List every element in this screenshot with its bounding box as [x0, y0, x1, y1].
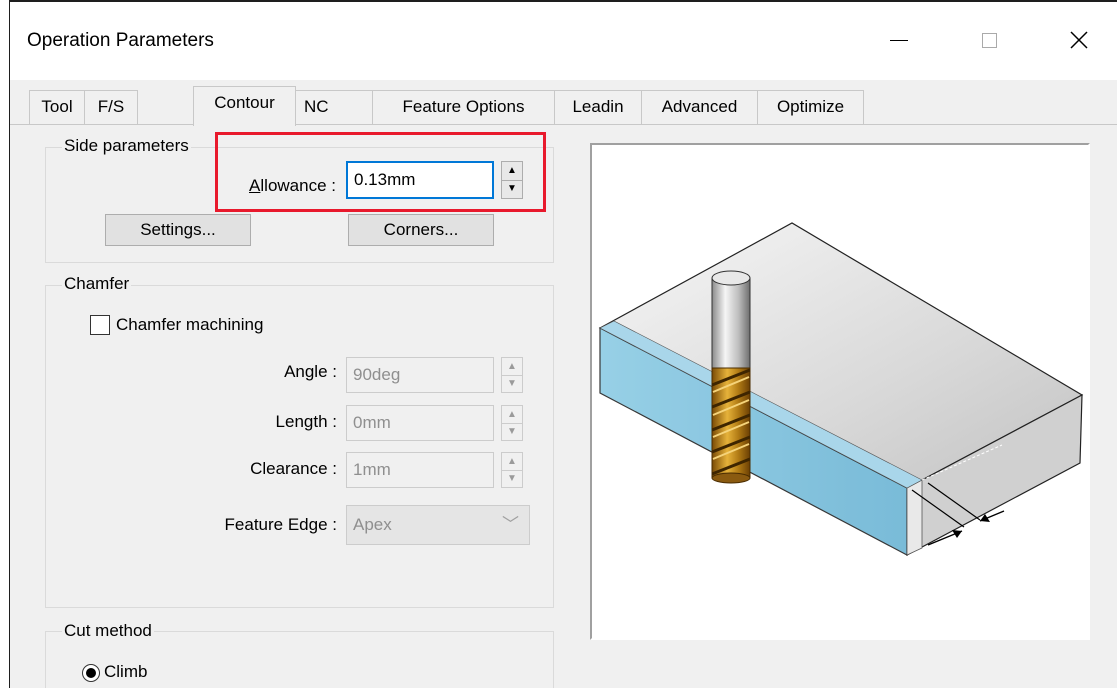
tab-leadin[interactable]: Leadin [554, 90, 642, 124]
spin-down-icon[interactable]: ▼ [502, 375, 522, 392]
tab-tool[interactable]: Tool [29, 90, 85, 124]
minimize-icon [890, 39, 908, 41]
spin-up-icon[interactable]: ▲ [502, 406, 522, 424]
tab-strip-border [10, 124, 1117, 125]
tab-feature-options[interactable]: Feature Options [372, 90, 555, 124]
climb-radio-label[interactable]: Climb [104, 662, 147, 682]
length-spinner[interactable]: ▲ ▼ [501, 405, 523, 441]
close-button[interactable] [1056, 20, 1102, 60]
tab-fs[interactable]: F/S [84, 90, 138, 124]
tab-gap [138, 90, 193, 124]
tab-contour[interactable]: Contour [193, 86, 296, 126]
spin-down-icon[interactable]: ▼ [502, 423, 522, 440]
angle-spinner[interactable]: ▲ ▼ [501, 357, 523, 393]
chamfer-checkbox[interactable] [90, 315, 110, 335]
feature-edge-value: Apex [353, 515, 392, 534]
tab-nc[interactable]: NC [295, 90, 373, 124]
settings-button[interactable]: Settings... [105, 214, 251, 246]
spin-up-icon[interactable]: ▲ [502, 358, 522, 376]
chevron-down-icon: ﹀ [502, 515, 519, 534]
spin-down-icon[interactable]: ▼ [502, 470, 522, 487]
preview-illustration [598, 222, 1084, 556]
close-icon [1070, 31, 1088, 49]
length-label: Length : [275, 412, 337, 431]
maximize-icon [981, 32, 997, 48]
tab-advanced[interactable]: Advanced [641, 90, 758, 124]
operation-parameters-dialog: Operation Parameters Tool F/S Contour NC… [9, 0, 1117, 688]
window-title: Operation Parameters [27, 30, 214, 51]
title-bar: Operation Parameters [10, 2, 1117, 80]
spin-up-icon[interactable]: ▲ [502, 453, 522, 471]
angle-label: Angle : [284, 362, 337, 381]
climb-radio[interactable] [82, 664, 100, 682]
clearance-spinner[interactable]: ▲ ▼ [501, 452, 523, 488]
chamfer-label: Chamfer [62, 274, 132, 294]
minimize-button[interactable] [876, 20, 922, 60]
corners-button[interactable]: Corners... [348, 214, 494, 246]
clearance-label: Clearance : [250, 459, 337, 478]
tab-optimize[interactable]: Optimize [757, 90, 864, 124]
side-parameters-label: Side parameters [62, 136, 191, 156]
feature-edge-select[interactable]: Apex ﹀ [346, 505, 530, 545]
feature-edge-label: Feature Edge : [224, 515, 337, 534]
highlight-box [215, 132, 546, 212]
radio-dot [86, 668, 96, 678]
length-input[interactable]: 0mm [346, 405, 494, 441]
angle-input[interactable]: 90deg [346, 357, 494, 393]
maximize-button[interactable] [966, 20, 1012, 60]
clearance-input[interactable]: 1mm [346, 452, 494, 488]
chamfer-checkbox-label[interactable]: Chamfer machining [116, 315, 263, 335]
contour-preview-image [590, 143, 1090, 640]
cut-method-label: Cut method [62, 621, 154, 641]
